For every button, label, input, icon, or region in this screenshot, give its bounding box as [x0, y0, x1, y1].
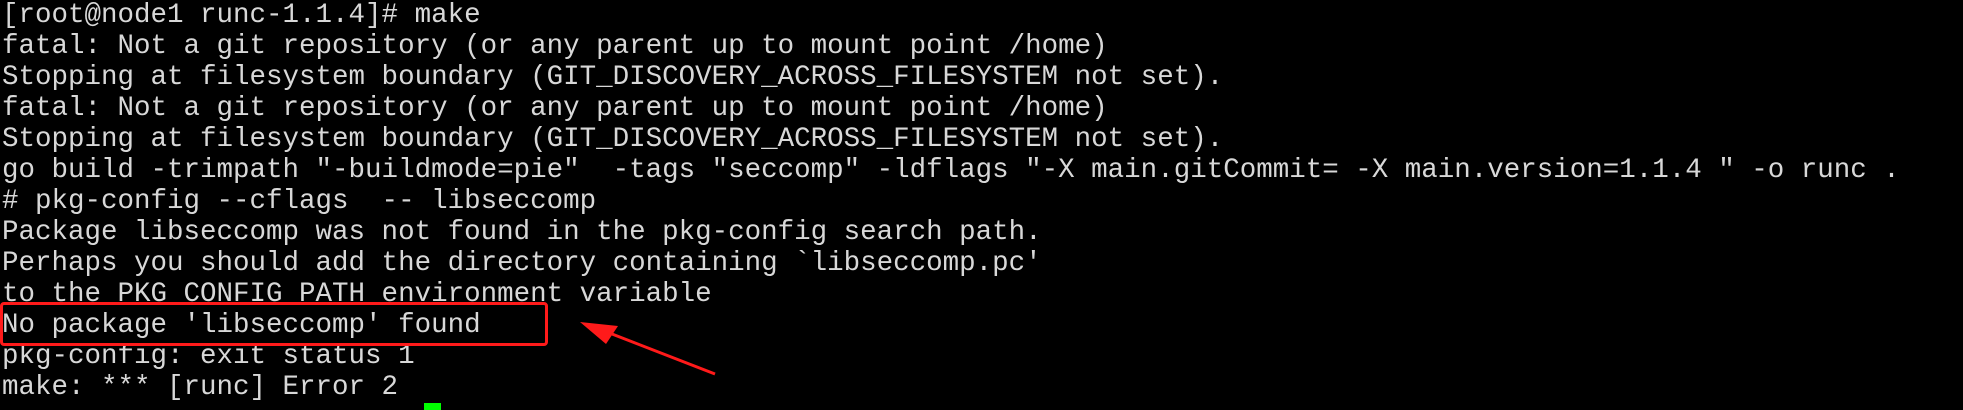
terminal-line-prompt: [root@node1 runc-1.1.4]# make [2, 0, 481, 31]
terminal-line-git-error-1: fatal: Not a git repository (or any pare… [2, 31, 1108, 62]
terminal-line-package-missing: Package libseccomp was not found in the … [2, 217, 1042, 248]
terminal-line-git-error-2: fatal: Not a git repository (or any pare… [2, 93, 1108, 124]
terminal-line-add-directory: Perhaps you should add the directory con… [2, 248, 1042, 279]
annotation-highlight-box [0, 302, 548, 346]
terminal-line-pkg-config-cmd: # pkg-config --cflags -- libseccomp [2, 186, 597, 217]
terminal-line-git-boundary-1: Stopping at filesystem boundary (GIT_DIS… [2, 62, 1224, 93]
terminal-line-git-boundary-2: Stopping at filesystem boundary (GIT_DIS… [2, 124, 1224, 155]
terminal-cursor [424, 403, 441, 410]
terminal-line-make-error: make: *** [runc] Error 2 [2, 372, 399, 403]
terminal-line-go-build: go build -trimpath "-buildmode=pie" -tag… [2, 155, 1900, 186]
terminal-window[interactable]: [root@node1 runc-1.1.4]# make fatal: Not… [0, 0, 1963, 410]
